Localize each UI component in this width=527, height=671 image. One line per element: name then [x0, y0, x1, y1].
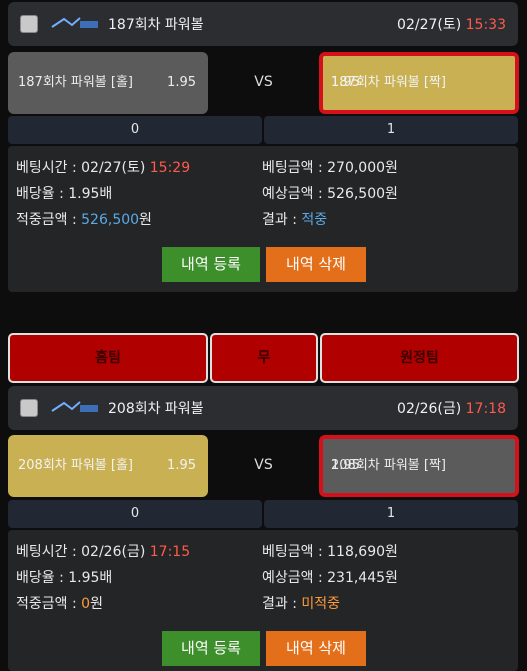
bet-detail-panel: 베팅시간 : 02/26(금) 17:15 베팅금액 : 118,690원 배당… [8, 530, 518, 671]
away-team-tab[interactable]: 원정팀 [320, 333, 519, 383]
pick-odd[interactable]: 208회차 파워볼 [홀] 1.95 [8, 435, 208, 497]
win-amount: 적중금액 : 526,500원 [16, 212, 152, 228]
win-amount: 적중금액 : 0원 [16, 596, 103, 612]
game-title: 208회차 파워볼 [108, 401, 204, 417]
delete-history-button[interactable]: 내역 삭제 [266, 631, 366, 666]
bet-card-header: 208회차 파워볼 02/26(금) 17:18 [8, 386, 518, 430]
delete-history-button[interactable]: 내역 삭제 [266, 247, 366, 282]
pick-odd[interactable]: 187회차 파워볼 [홀] 1.95 [8, 52, 208, 114]
powerball-logo-icon [50, 399, 100, 415]
pick-odds: 1.95 [331, 458, 360, 473]
game-time: 17:18 [465, 401, 506, 417]
pick-odds: 1.95 [167, 75, 196, 90]
register-history-button[interactable]: 내역 등록 [162, 247, 260, 282]
expected-amount: 예상금액 : 231,445원 [262, 570, 398, 586]
result: 결과 : 적중 [262, 212, 328, 228]
game-datetime: 02/26(금) 17:18 [397, 398, 506, 418]
game-datetime: 02/27(토) 15:33 [397, 14, 506, 34]
bet-amount: 베팅금액 : 270,000원 [262, 160, 398, 176]
register-history-button[interactable]: 내역 등록 [162, 631, 260, 666]
bet-time: 베팅시간 : 02/27(토) 15:29 [16, 160, 191, 176]
draw-tab[interactable]: 무 [210, 333, 318, 383]
odds-rate: 배당율 : 1.95배 [16, 186, 113, 202]
result: 결과 : 미적중 [262, 596, 341, 612]
game-date: 02/26(금) [397, 401, 462, 417]
game-time: 15:33 [465, 17, 506, 33]
pick-odds: 1.95 [331, 75, 360, 90]
home-team-tab[interactable]: 홈팀 [8, 333, 208, 383]
bet-card-header: 187회차 파워볼 02/27(토) 15:33 [8, 2, 518, 46]
bet-amount: 베팅금액 : 118,690원 [262, 544, 398, 560]
count-right: 1 [264, 116, 518, 144]
pick-even[interactable]: 1.95 208회차 파워볼 [짝] [319, 435, 519, 497]
vs-label: VS [254, 457, 273, 473]
count-left: 0 [8, 500, 262, 528]
count-left: 0 [8, 116, 262, 144]
pick-even[interactable]: 1.95 187회차 파워볼 [짝] [319, 52, 519, 114]
pick-odds: 1.95 [167, 458, 196, 473]
odds-rate: 배당율 : 1.95배 [16, 570, 113, 586]
bet-detail-panel: 베팅시간 : 02/27(토) 15:29 베팅금액 : 270,000원 배당… [8, 146, 518, 292]
vs-label: VS [254, 74, 273, 90]
select-checkbox[interactable] [20, 399, 38, 417]
pick-label: 187회차 파워볼 [홀] [18, 75, 133, 90]
select-checkbox[interactable] [20, 15, 38, 33]
pick-label: 208회차 파워볼 [홀] [18, 458, 133, 473]
expected-amount: 예상금액 : 526,500원 [262, 186, 398, 202]
count-right: 1 [264, 500, 518, 528]
game-title: 187회차 파워볼 [108, 17, 204, 33]
powerball-logo-icon [50, 15, 100, 31]
bet-time: 베팅시간 : 02/26(금) 17:15 [16, 544, 191, 560]
game-date: 02/27(토) [397, 17, 462, 33]
